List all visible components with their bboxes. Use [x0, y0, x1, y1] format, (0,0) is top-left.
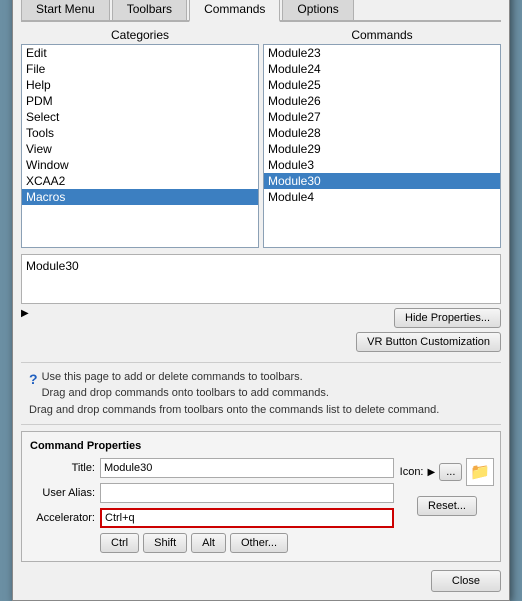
list-item[interactable]: Edit: [22, 45, 258, 61]
info-text: Use this page to add or delete commands …: [29, 371, 439, 416]
title-input[interactable]: [100, 458, 394, 478]
tab-bar: Start Menu Toolbars Commands Options: [21, 0, 501, 22]
dots-button[interactable]: ...: [439, 463, 462, 481]
tab-toolbars[interactable]: Toolbars: [112, 0, 187, 20]
folder-icon: 📁: [470, 462, 490, 482]
other-button[interactable]: Other...: [230, 533, 288, 553]
tab-start-menu[interactable]: Start Menu: [21, 0, 110, 20]
list-item[interactable]: Module26: [264, 93, 500, 109]
list-item[interactable]: Module27: [264, 109, 500, 125]
reset-button[interactable]: Reset...: [417, 496, 477, 516]
list-item[interactable]: PDM: [22, 93, 258, 109]
icon-preview: 📁: [466, 458, 494, 486]
selected-display: Module30: [21, 254, 501, 304]
tab-commands[interactable]: Commands: [189, 0, 280, 22]
lists-area: Categories Edit File Help PDM Select Too…: [21, 28, 501, 248]
alias-prop-row: User Alias:: [30, 483, 394, 503]
expand-icon[interactable]: ▶: [21, 308, 29, 319]
props-right: Icon: ▶ ... 📁 Reset...: [402, 458, 492, 553]
list-item[interactable]: Module4: [264, 189, 500, 205]
key-buttons: Ctrl Shift Alt Other...: [100, 533, 394, 553]
list-item[interactable]: File: [22, 61, 258, 77]
list-item[interactable]: Window: [22, 157, 258, 173]
list-item-selected[interactable]: Module30: [264, 173, 500, 189]
commands-panel: Commands Module23 Module24 Module25 Modu…: [263, 28, 501, 248]
commands-list[interactable]: Module23 Module24 Module25 Module26 Modu…: [263, 44, 501, 248]
selected-item-text: Module30: [26, 259, 79, 273]
footer: Close: [21, 570, 501, 592]
ctrl-button[interactable]: Ctrl: [100, 533, 139, 553]
command-props-title: Command Properties: [30, 440, 492, 452]
vr-button-customization[interactable]: VR Button Customization: [356, 332, 501, 352]
icon-area: Icon: ▶ ... 📁: [400, 458, 495, 486]
props-left: Title: User Alias: Accelerator:: [30, 458, 394, 553]
list-item[interactable]: View: [22, 141, 258, 157]
customize-window: Customize ? ✕ Start Menu Toolbars Comman…: [12, 0, 510, 601]
alt-button[interactable]: Alt: [191, 533, 226, 553]
list-item[interactable]: Tools: [22, 125, 258, 141]
info-icon: ?: [29, 369, 38, 390]
window-content: Start Menu Toolbars Commands Options Cat…: [13, 0, 509, 600]
right-buttons: Hide Properties... VR Button Customizati…: [356, 308, 501, 352]
hide-properties-button[interactable]: Hide Properties...: [394, 308, 501, 328]
expand-row: ▶: [21, 308, 33, 319]
icon-label: Icon:: [400, 466, 424, 478]
alias-input[interactable]: [100, 483, 394, 503]
info-box: ? Use this page to add or delete command…: [21, 362, 501, 426]
list-item[interactable]: Module29: [264, 141, 500, 157]
accelerator-input[interactable]: [100, 508, 394, 528]
list-item[interactable]: Select: [22, 109, 258, 125]
list-item[interactable]: XCAA2: [22, 173, 258, 189]
shift-button[interactable]: Shift: [143, 533, 187, 553]
categories-list[interactable]: Edit File Help PDM Select Tools View Win…: [21, 44, 259, 248]
list-item[interactable]: Module3: [264, 157, 500, 173]
categories-panel: Categories Edit File Help PDM Select Too…: [21, 28, 259, 248]
accel-label: Accelerator:: [30, 512, 100, 524]
list-item[interactable]: Module25: [264, 77, 500, 93]
list-item[interactable]: Help: [22, 77, 258, 93]
list-item[interactable]: Module28: [264, 125, 500, 141]
list-item[interactable]: Module24: [264, 61, 500, 77]
list-item[interactable]: Module23: [264, 45, 500, 61]
categories-label: Categories: [21, 28, 259, 42]
tab-options[interactable]: Options: [282, 0, 353, 20]
accel-prop-row: Accelerator:: [30, 508, 394, 528]
title-prop-row: Title:: [30, 458, 394, 478]
commands-label: Commands: [263, 28, 501, 42]
alias-label: User Alias:: [30, 487, 100, 499]
command-properties-section: Command Properties Title: User Alias:: [21, 431, 501, 562]
title-label: Title:: [30, 462, 100, 474]
list-item-selected[interactable]: Macros: [22, 189, 258, 205]
icon-arrow: ▶: [428, 467, 436, 478]
props-inner: Title: User Alias: Accelerator:: [30, 458, 492, 553]
close-button[interactable]: Close: [431, 570, 501, 592]
